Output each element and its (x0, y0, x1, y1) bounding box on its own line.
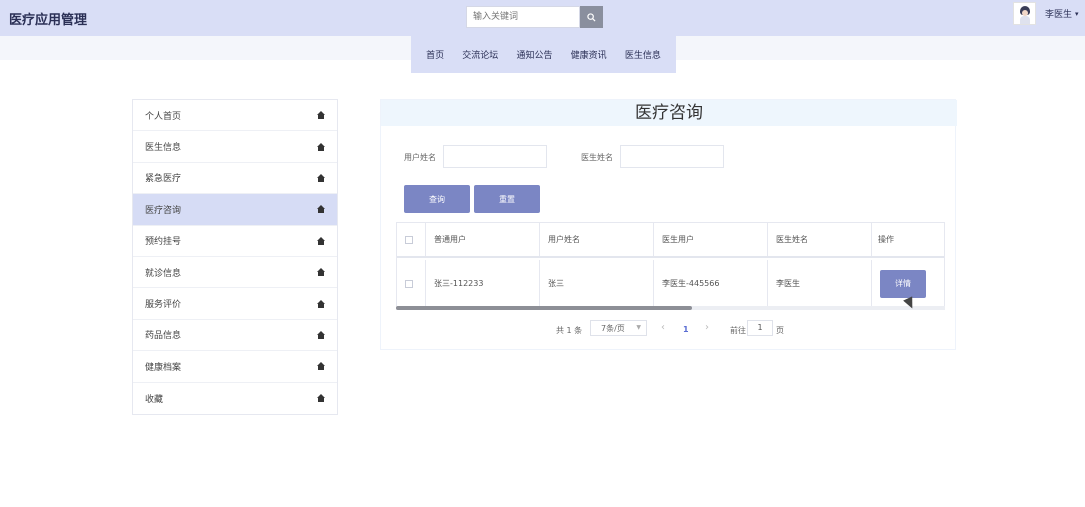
search-box (466, 6, 603, 28)
sidebar-item-health-record[interactable]: 健康档案 (133, 351, 337, 383)
home-icon (317, 362, 325, 371)
main-panel: 医疗咨询 用户姓名 医生姓名 查询 重置 普通用户 用户姓名 医生用户 医生姓名… (380, 99, 957, 350)
page-title: 医疗咨询 (381, 100, 957, 126)
page-size-value: 7条/页 (601, 323, 625, 333)
doctor-name-filter-label: 医生姓名 (581, 153, 613, 162)
query-button[interactable]: 查询 (404, 185, 470, 213)
goto-page-input[interactable]: 1 (747, 320, 773, 336)
app-title: 医疗应用管理 (9, 13, 88, 28)
home-icon (317, 236, 325, 245)
top-nav: 首页 交流论坛 通知公告 健康资讯 医生信息 (411, 36, 676, 73)
nav-item-notice[interactable]: 通知公告 (516, 48, 552, 61)
sidebar-item-label: 就诊信息 (145, 268, 182, 279)
column-header: 医生姓名 (768, 223, 872, 256)
nav-item-home[interactable]: 首页 (426, 48, 444, 61)
top-header: 医疗应用管理 李医生 ▾ (0, 0, 1085, 36)
row-checkbox[interactable] (405, 279, 413, 288)
next-page-icon[interactable]: › (705, 322, 709, 333)
sidebar-item-label: 健康档案 (145, 362, 182, 373)
table-cell: 李医生 (768, 260, 872, 307)
column-header: 用户姓名 (540, 223, 654, 256)
sidebar-item-favorites[interactable]: 收藏 (133, 383, 337, 414)
select-all-checkbox[interactable] (405, 235, 413, 244)
goto-label: 前往 (730, 326, 746, 335)
scrollbar-thumb[interactable] (396, 306, 692, 310)
sidebar-item-label: 预约挂号 (145, 237, 182, 248)
table-cell: 张三-112233 (426, 260, 540, 307)
home-icon (317, 205, 325, 214)
row-select-cell (397, 260, 426, 307)
sidebar-item-doctor-info[interactable]: 医生信息 (133, 131, 337, 163)
sidebar-item-label: 服务评价 (145, 300, 182, 311)
sidebar: 个人首页 医生信息 紧急医疗 医疗咨询 预约挂号 就诊信息 服务评价 药品信息 … (132, 99, 338, 415)
sidebar-item-label: 收藏 (145, 394, 164, 405)
page-suffix: 页 (776, 326, 784, 335)
home-icon (317, 394, 325, 403)
column-header: 医生用户 (654, 223, 768, 256)
table-header-row: 普通用户 用户姓名 医生用户 医生姓名 操作 (397, 223, 944, 258)
home-icon (317, 299, 325, 308)
sidebar-item-label: 紧急医疗 (145, 174, 182, 185)
home-icon (317, 111, 325, 120)
doctor-name-filter-input[interactable] (620, 145, 724, 168)
reset-button[interactable]: 重置 (474, 185, 540, 213)
chevron-down-icon: ▼ (636, 324, 641, 331)
table-cell: 李医生-445566 (654, 260, 768, 307)
nav-item-health-news[interactable]: 健康资讯 (571, 48, 607, 61)
avatar[interactable] (1013, 2, 1036, 25)
home-icon (317, 142, 325, 151)
home-icon (317, 173, 325, 182)
consultation-table: 普通用户 用户姓名 医生用户 医生姓名 操作 张三-112233 张三 李医生-… (396, 222, 945, 310)
sidebar-item-visit-info[interactable]: 就诊信息 (133, 257, 337, 289)
detail-button[interactable]: 详情 (880, 269, 926, 298)
sidebar-item-label: 药品信息 (145, 331, 182, 342)
table-row: 张三-112233 张三 李医生-445566 李医生 详情 (397, 260, 944, 307)
user-name-filter-input[interactable] (443, 145, 547, 168)
column-header: 操作 (878, 235, 894, 244)
sidebar-item-label: 医疗咨询 (145, 205, 182, 216)
table-cell: 张三 (540, 260, 654, 307)
pager-total: 共 1 条 (556, 326, 583, 335)
sidebar-item-medicine-info[interactable]: 药品信息 (133, 320, 337, 352)
column-header: 普通用户 (426, 223, 540, 256)
page-number-current[interactable]: 1 (683, 325, 689, 334)
search-input[interactable] (466, 6, 580, 28)
sidebar-item-consultation[interactable]: 医疗咨询 (133, 194, 337, 226)
user-menu[interactable]: 李医生 ▾ (1013, 2, 1079, 25)
nav-item-doctor-info[interactable]: 医生信息 (625, 48, 661, 61)
prev-page-icon[interactable]: ‹ (661, 322, 665, 333)
search-button[interactable] (580, 6, 603, 28)
sidebar-item-profile[interactable]: 个人首页 (133, 100, 337, 132)
sidebar-item-service-review[interactable]: 服务评价 (133, 288, 337, 320)
page-size-select[interactable]: 7条/页 ▼ (590, 320, 647, 336)
caret-down-icon: ▾ (1075, 9, 1079, 18)
sidebar-item-label: 个人首页 (145, 111, 182, 122)
user-name-filter-label: 用户姓名 (404, 153, 436, 162)
sidebar-item-emergency[interactable]: 紧急医疗 (133, 163, 337, 195)
table-horizontal-scrollbar[interactable] (396, 306, 945, 310)
search-icon (587, 12, 596, 22)
pagination: 共 1 条 7条/页 ▼ ‹ 1 › 前往 1 页 (381, 320, 957, 340)
user-name: 李医生 (1045, 10, 1073, 20)
home-icon (317, 268, 325, 277)
nav-item-forum[interactable]: 交流论坛 (462, 48, 498, 61)
home-icon (317, 330, 325, 339)
select-all-cell (397, 223, 426, 256)
sidebar-item-label: 医生信息 (145, 143, 182, 154)
sidebar-item-appointment[interactable]: 预约挂号 (133, 226, 337, 257)
